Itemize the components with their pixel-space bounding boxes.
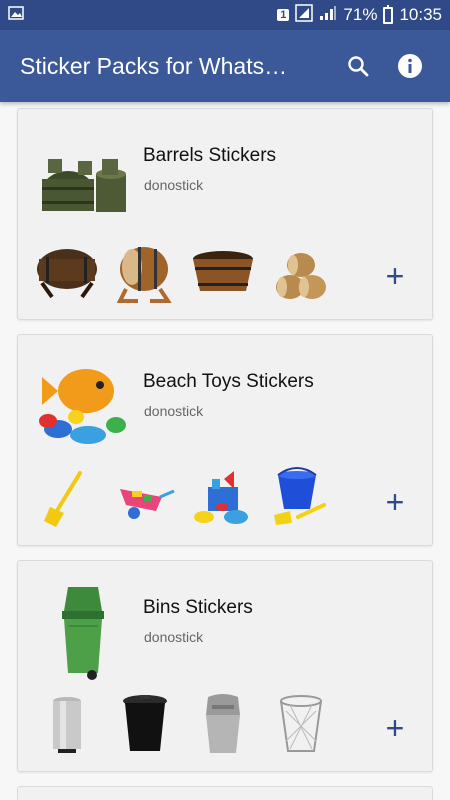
bins-tray-icon	[62, 587, 104, 680]
pack-author: donostick	[144, 403, 204, 419]
gallery-notification-icon	[8, 5, 24, 25]
sticker-pack-card[interactable]: Barrels Stickers donostick +	[17, 108, 433, 320]
battery-icon	[383, 4, 394, 24]
pack-name: Barrels Stickers	[143, 145, 277, 166]
sticker-previews	[34, 239, 334, 305]
pack-name: Bins Stickers	[143, 597, 253, 618]
beach-toys-tray-icon	[39, 369, 126, 444]
search-icon	[348, 56, 369, 77]
sim-badge: 1	[277, 9, 290, 21]
info-button[interactable]	[390, 46, 430, 86]
pack-author: donostick	[144, 177, 204, 193]
steel-pedal-bin	[53, 697, 81, 753]
add-to-whatsapp-button[interactable]: +	[380, 712, 410, 744]
signal-box-icon	[295, 3, 314, 27]
yellow-shovel	[44, 471, 82, 527]
app-title: Sticker Packs for Whats…	[20, 52, 288, 79]
sticker-pack-card[interactable]: Beach Toys Stickers donostick +	[17, 334, 433, 546]
battery-percent: 71%	[343, 5, 378, 24]
info-icon	[398, 54, 422, 78]
wire-mesh-bin	[280, 695, 322, 752]
wooden-barrel-on-stand	[37, 249, 97, 299]
sticker-pack-card[interactable]: Bins Stickers donostick +	[17, 560, 433, 772]
oak-barrel-on-rack	[116, 247, 172, 303]
barrels-tray-icon	[42, 159, 126, 212]
blue-bucket-and-shovel	[274, 467, 326, 525]
add-to-whatsapp-button[interactable]: +	[380, 260, 410, 292]
grey-swing-bin	[206, 694, 240, 753]
stacked-barrels	[276, 253, 326, 299]
wooden-tub	[193, 251, 253, 291]
signal-strength-icon	[319, 5, 337, 26]
pack-author: donostick	[144, 629, 204, 645]
sand-castle-set	[194, 471, 248, 524]
pack-name: Beach Toys Stickers	[143, 371, 314, 392]
search-button[interactable]	[338, 46, 378, 86]
status-bar: 1 71% 10:35	[0, 0, 450, 30]
sticker-previews	[34, 465, 334, 531]
toy-wheelbarrow	[120, 489, 175, 519]
app-bar: Sticker Packs for Whats…	[0, 30, 450, 102]
sticker-pack-card-partial[interactable]	[17, 786, 433, 800]
sticker-previews	[34, 691, 334, 757]
add-to-whatsapp-button[interactable]: +	[380, 486, 410, 518]
sticker-pack-list[interactable]: Barrels Stickers donostick + Beach Toys …	[0, 102, 450, 800]
black-dustbin	[123, 695, 167, 751]
clock: 10:35	[399, 5, 442, 24]
